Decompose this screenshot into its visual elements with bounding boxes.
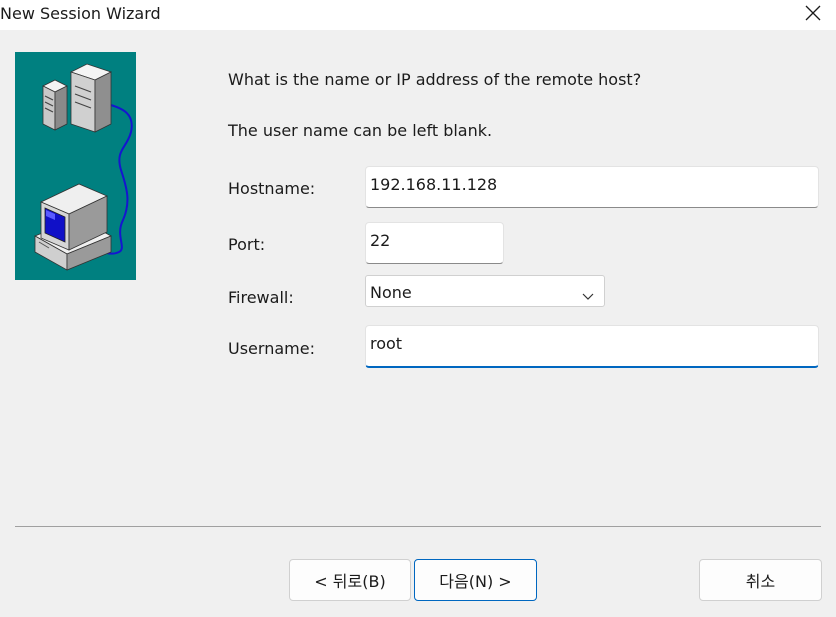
back-button[interactable]: < 뒤로(B) xyxy=(289,559,411,601)
session-wizard-window: New Session Wizard What is the name or I… xyxy=(0,0,836,617)
port-value: 22 xyxy=(370,231,391,250)
hostname-value: 192.168.11.128 xyxy=(370,175,498,194)
firewall-selected-value: None xyxy=(370,283,412,302)
next-button[interactable]: 다음(N) > xyxy=(414,559,537,601)
title-bar: New Session Wizard xyxy=(0,0,836,30)
chevron-down-icon xyxy=(582,286,594,305)
footer-divider xyxy=(15,526,821,527)
small-server-icon xyxy=(42,79,68,131)
port-input[interactable]: 22 xyxy=(365,222,504,264)
username-input[interactable]: root xyxy=(365,325,819,368)
window-title: New Session Wizard xyxy=(0,4,161,23)
hostname-label: Hostname: xyxy=(228,179,316,198)
computer-icon xyxy=(34,183,112,271)
wizard-illustration xyxy=(15,52,136,280)
hostname-input[interactable]: 192.168.11.128 xyxy=(365,166,819,208)
firewall-label: Firewall: xyxy=(228,288,294,307)
cancel-button[interactable]: 취소 xyxy=(699,559,822,601)
close-icon xyxy=(804,4,822,26)
close-button[interactable] xyxy=(790,0,836,30)
username-value: root xyxy=(370,334,403,353)
username-label: Username: xyxy=(228,339,315,358)
question-text: What is the name or IP address of the re… xyxy=(228,70,642,89)
port-label: Port: xyxy=(228,235,266,254)
large-server-icon xyxy=(69,63,113,133)
note-text: The user name can be left blank. xyxy=(228,121,493,140)
firewall-select[interactable]: None xyxy=(365,275,605,307)
